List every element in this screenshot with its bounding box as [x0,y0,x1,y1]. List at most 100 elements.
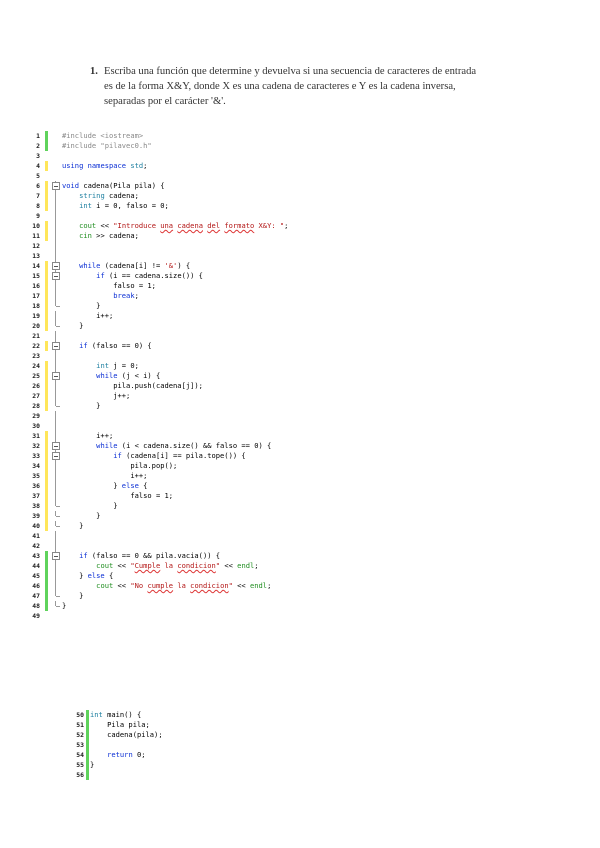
code-line: 49 [16,611,576,621]
fold-toggle-icon[interactable] [52,271,60,281]
fold-toggle-icon[interactable] [52,261,60,271]
unsaved-change-marker [45,501,48,511]
fold-guide [52,361,60,371]
code-text: falso = 1; [62,491,174,500]
code-line: 52 cadena(pila); [60,730,560,740]
code-text: i++; [62,431,114,440]
line-number: 16 [32,282,40,290]
fold-guide [52,251,60,261]
line-number: 10 [32,222,40,230]
code-line: 31 i++; [16,431,576,441]
line-number: 26 [32,382,40,390]
code-line: 36 } else { [16,481,576,491]
code-line: 7 string cadena; [16,191,576,201]
saved-change-marker [45,561,48,571]
code-line: 12 [16,241,576,251]
fold-toggle-icon[interactable] [52,451,60,461]
unsaved-change-marker [45,181,48,191]
saved-change-marker [86,750,89,760]
code-listing: 1 #include <iostream> 2 #include "pilavec0.… [16,131,576,621]
unsaved-change-marker [45,511,48,521]
line-number: 33 [32,452,40,460]
fold-guide [52,381,60,391]
fold-toggle-icon[interactable] [52,341,60,351]
unsaved-change-marker [45,381,48,391]
line-number: 13 [32,252,40,260]
unsaved-change-marker [45,431,48,441]
saved-change-marker [86,740,89,750]
code-text: } else { [62,481,148,490]
line-number: 35 [32,472,40,480]
code-line: 16 falso = 1; [16,281,576,291]
code-line: 27 j++; [16,391,576,401]
unsaved-change-marker [45,441,48,451]
code-text: while (cadena[i] != '&') { [79,261,191,270]
code-text: while (i < cadena.size() && falso == 0) … [96,441,272,450]
fold-toggle-icon[interactable] [52,551,60,561]
unsaved-change-marker [45,321,48,331]
fold-toggle-icon[interactable] [52,181,60,191]
code-text: falso = 1; [62,281,156,290]
saved-change-marker [45,131,48,141]
line-number: 12 [32,242,40,250]
fold-guide [52,431,60,441]
code-text: void cadena(Pila pila) { [62,181,165,190]
line-number: 22 [32,342,40,350]
unsaved-change-marker [45,291,48,301]
line-number: 20 [32,322,40,330]
code-text: if (i == cadena.size()) { [96,271,203,280]
line-number: 52 [76,731,84,739]
code-line: 29 [16,411,576,421]
code-line: 42 [16,541,576,551]
saved-change-marker [86,770,89,780]
saved-change-marker [86,720,89,730]
fold-guide [52,311,60,321]
fold-guide [52,561,60,571]
problem-line: Escriba una función que determine y devu… [104,66,477,77]
line-number: 40 [32,522,40,530]
line-number: 47 [32,592,40,600]
problem-statement: 1. Escriba una función que determine y d… [90,64,560,109]
code-text: pila.pop(); [62,461,178,470]
code-text: j++; [62,391,131,400]
code-line: 18 } [16,301,576,311]
unsaved-change-marker [45,231,48,241]
code-line: 46 cout << "No cumple la condicion" << e… [16,581,576,591]
unsaved-change-marker [45,401,48,411]
code-text: int main() { [90,710,142,719]
code-text: } [62,591,84,600]
line-number: 3 [36,152,40,160]
code-text: cout << "Cumple la condicion" << endl; [96,561,259,570]
code-text: break; [113,291,139,300]
saved-change-marker [45,141,48,151]
fold-guide [52,511,60,521]
line-number: 51 [76,721,84,729]
fold-guide [52,331,60,341]
fold-toggle-icon[interactable] [52,441,60,451]
code-line: 10 cout << "Introduce una cadena del for… [16,221,576,231]
saved-change-marker [86,710,89,720]
code-line: 6 void cadena(Pila pila) { [16,181,576,191]
code-text: if (falso == 0 && pila.vacia()) { [79,551,221,560]
code-line: 41 [16,531,576,541]
code-line: 14 while (cadena[i] != '&') { [16,261,576,271]
code-text: } [62,501,118,510]
fold-toggle-icon[interactable] [52,371,60,381]
code-text: } [62,301,101,310]
saved-change-marker [86,730,89,740]
line-number: 41 [32,532,40,540]
line-number: 30 [32,422,40,430]
fold-guide [52,401,60,411]
unsaved-change-marker [45,161,48,171]
unsaved-change-marker [45,461,48,471]
code-line: 47 } [16,591,576,601]
code-line: 1 #include <iostream> [16,131,576,141]
unsaved-change-marker [45,221,48,231]
unsaved-change-marker [45,191,48,201]
line-number: 9 [36,212,40,220]
fold-guide [52,541,60,551]
fold-guide [52,211,60,221]
line-number: 25 [32,372,40,380]
unsaved-change-marker [45,391,48,401]
code-text: cout << "Introduce una cadena del format… [79,221,289,230]
